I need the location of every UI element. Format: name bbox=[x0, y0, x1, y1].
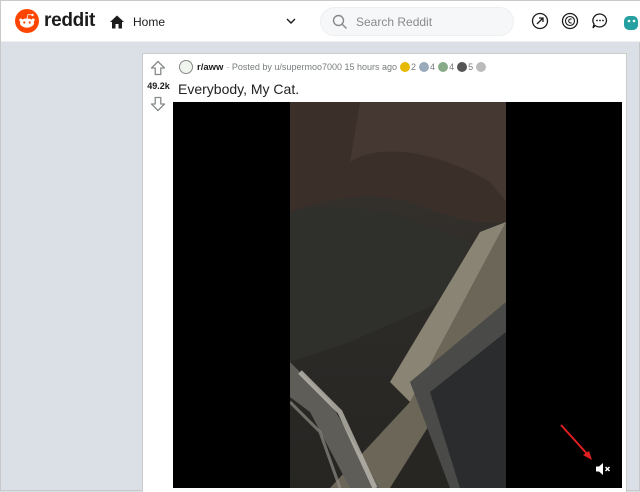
video-frame bbox=[290, 102, 506, 488]
more-awards-icon[interactable] bbox=[476, 62, 487, 72]
post-card[interactable]: 49.2k r/aww · Posted by u/supermoo7000 1… bbox=[142, 53, 627, 492]
posted-by[interactable]: · Posted by u/supermoo7000 15 hours ago bbox=[226, 62, 397, 72]
coins-icon[interactable] bbox=[561, 12, 579, 30]
brand-name: reddit bbox=[44, 10, 95, 31]
top-header: reddit Home Search Reddit bbox=[1, 1, 640, 42]
chevron-down-icon bbox=[286, 18, 296, 24]
vote-score: 49.2k bbox=[147, 81, 170, 91]
search-bar[interactable]: Search Reddit bbox=[320, 7, 514, 36]
video-frame-image bbox=[290, 102, 506, 488]
award-count: 5 bbox=[468, 62, 474, 72]
video-player[interactable] bbox=[173, 102, 622, 488]
post-meta: r/aww · Posted by u/supermoo7000 15 hour… bbox=[179, 59, 487, 75]
reddit-logo[interactable]: reddit bbox=[15, 9, 95, 33]
downvote-icon[interactable] bbox=[150, 96, 166, 112]
reddit-snoo-icon bbox=[15, 9, 39, 33]
feed-dropdown[interactable]: Home bbox=[109, 10, 301, 34]
award-count: 4 bbox=[449, 62, 455, 72]
annotation-arrow bbox=[560, 424, 592, 460]
gold-award-icon[interactable] bbox=[400, 62, 411, 72]
search-input[interactable]: Search Reddit bbox=[356, 15, 432, 29]
chat-icon[interactable] bbox=[591, 12, 609, 30]
upvote-icon[interactable] bbox=[150, 60, 166, 76]
snoo-avatar-icon[interactable] bbox=[621, 12, 640, 30]
post-title[interactable]: Everybody, My Cat. bbox=[178, 81, 299, 97]
award-count: 2 bbox=[411, 62, 417, 72]
subreddit-avatar[interactable] bbox=[179, 60, 193, 74]
home-icon bbox=[110, 15, 124, 29]
award-icon[interactable] bbox=[419, 62, 430, 72]
award-count: 4 bbox=[430, 62, 436, 72]
award-icon-3[interactable] bbox=[457, 62, 468, 72]
popular-icon[interactable] bbox=[531, 12, 549, 30]
subreddit-link[interactable]: r/aww bbox=[197, 62, 223, 73]
search-icon bbox=[332, 14, 347, 29]
feed-label: Home bbox=[133, 15, 166, 29]
award-icon-2[interactable] bbox=[438, 62, 449, 72]
